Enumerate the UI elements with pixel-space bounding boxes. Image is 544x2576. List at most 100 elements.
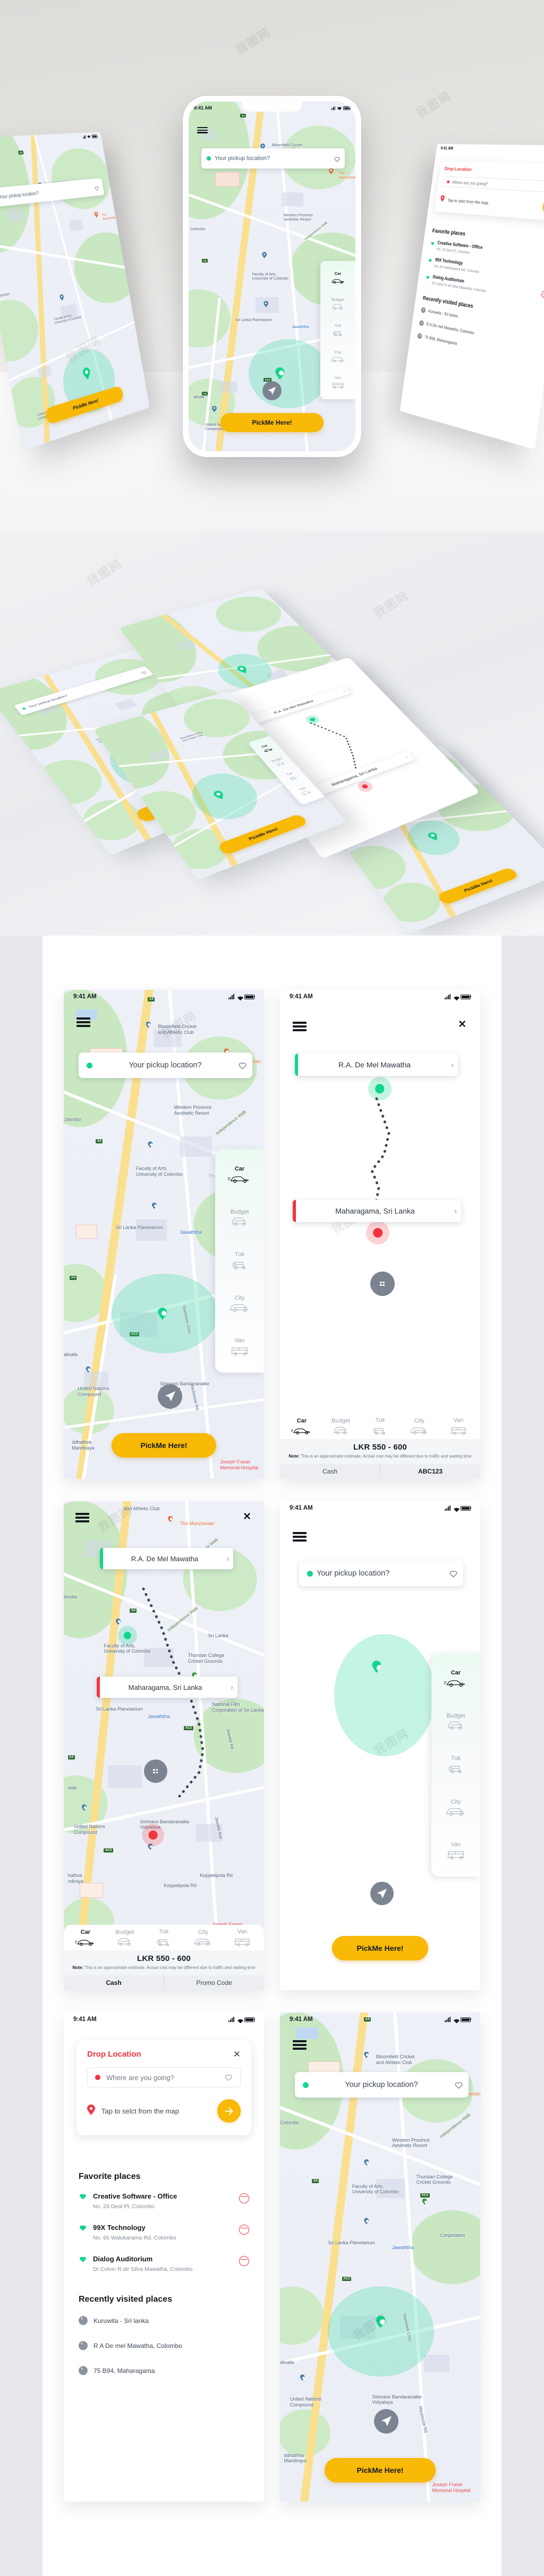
payment-method-cell[interactable]: Cash bbox=[64, 1975, 164, 1990]
vehicle-option-tuk[interactable]: Tuk bbox=[215, 1239, 264, 1282]
vehicle-option-tuk[interactable]: Tuk bbox=[361, 1417, 400, 1436]
vehicle-option-city[interactable]: City bbox=[183, 1929, 223, 1947]
vehicle-option-tuk[interactable]: Tuk bbox=[144, 1929, 184, 1947]
remove-favorite-icon[interactable] bbox=[239, 2225, 249, 2235]
vehicle-option-car[interactable]: Car bbox=[215, 1153, 264, 1196]
favorite-place-item[interactable]: Dialog Auditorium Dr Colvin R de Silva M… bbox=[79, 2255, 249, 2272]
vehicle-option-tuk[interactable]: Tuk bbox=[320, 317, 355, 343]
car-icon bbox=[291, 1426, 312, 1435]
vehicle-option-car[interactable]: Car bbox=[320, 265, 355, 291]
status-bar: 9:41 AM bbox=[64, 990, 264, 1004]
pickup-search-bar[interactable]: Your pickup location? bbox=[295, 2072, 469, 2098]
pickme-here-button[interactable]: PickMe Here! bbox=[112, 1433, 216, 1458]
vehicle-option-budget[interactable]: Budget bbox=[215, 1196, 264, 1239]
recenter-location-button[interactable] bbox=[262, 381, 282, 400]
destination-card[interactable]: Maharagama, Sri Lanka › bbox=[293, 1200, 461, 1222]
vehicle-option-budget[interactable]: Budget bbox=[431, 1700, 480, 1743]
vehicle-type-rail[interactable]: Car Budget Tuk City Van bbox=[320, 261, 355, 399]
promo-code-cell[interactable]: Promo Code bbox=[164, 1975, 264, 1990]
destination-input[interactable]: Where are you going? bbox=[87, 2067, 241, 2087]
vehicle-type-rail[interactable]: Car Budget Tuk City Van bbox=[431, 1653, 480, 1876]
menu-button[interactable] bbox=[293, 2040, 307, 2050]
destination-card[interactable]: Maharagama, Sri Lanka › bbox=[97, 1677, 237, 1698]
clock-icon bbox=[79, 2341, 88, 2350]
vehicle-option-van[interactable]: Van bbox=[320, 369, 355, 395]
menu-button[interactable] bbox=[76, 1017, 90, 1027]
remove-favorite-icon[interactable] bbox=[239, 2193, 249, 2203]
grid-view-button[interactable] bbox=[370, 1272, 395, 1296]
favorite-place-item[interactable]: 99X Technology No. 65 Walukarama Rd, Col… bbox=[79, 2224, 249, 2241]
screen-pickup-plain: 9:41 AM Your pickup location? Car Budget… bbox=[280, 1501, 480, 1990]
origin-card[interactable]: R.A. De Mel Mawatha › bbox=[100, 1548, 233, 1569]
remove-favorite-icon[interactable] bbox=[541, 290, 544, 298]
vehicle-type-rail[interactable]: Car Budget Tuk City Van bbox=[215, 1149, 264, 1373]
route-path bbox=[142, 1587, 205, 1798]
favorite-heart-icon[interactable] bbox=[238, 1061, 247, 1070]
origin-card[interactable]: R.A. De Mel Mawatha › bbox=[295, 1054, 458, 1076]
vehicle-option-budget[interactable]: Budget bbox=[105, 1929, 144, 1947]
pickup-search-bar[interactable]: Your pickup location? bbox=[79, 1053, 252, 1078]
favorite-heart-icon[interactable] bbox=[224, 2073, 233, 2082]
recent-place-item[interactable]: R A De mel Mawatha, Colombo bbox=[79, 2341, 249, 2350]
favorite-heart-icon[interactable] bbox=[454, 2081, 463, 2090]
watermark: 我图网 bbox=[371, 588, 411, 620]
recent-place-item[interactable]: Kuruwita - Sri lanka bbox=[79, 2316, 249, 2325]
vehicle-option-van[interactable]: Van bbox=[431, 1830, 480, 1873]
favorite-heart-icon[interactable] bbox=[449, 1569, 458, 1578]
vehicle-option-van[interactable]: Van bbox=[223, 1929, 262, 1947]
pickme-here-button[interactable]: PickMe Here! bbox=[325, 2458, 436, 2482]
select-from-map-label[interactable]: Tap to selct from the map bbox=[447, 197, 539, 208]
vehicle-option-city[interactable]: City bbox=[215, 1283, 264, 1326]
destination-input[interactable]: Where are you going? bbox=[442, 176, 544, 193]
close-icon[interactable]: ✕ bbox=[458, 1020, 466, 1030]
vehicle-option-van[interactable]: Van bbox=[439, 1417, 478, 1436]
recent-place-item[interactable]: 75 B94, Maharagama bbox=[417, 333, 538, 363]
vehicle-option-city[interactable]: City bbox=[431, 1787, 480, 1830]
favorite-heart-icon[interactable] bbox=[94, 184, 99, 190]
vehicle-option-city[interactable]: City bbox=[400, 1417, 439, 1436]
close-icon[interactable]: ✕ bbox=[243, 1512, 251, 1522]
recenter-location-button[interactable] bbox=[374, 2409, 399, 2434]
screen-pickup-map-2: A4 A4 AC2 AC2 Bloomfield Cricket and Ath… bbox=[280, 2013, 480, 2502]
menu-button[interactable] bbox=[293, 1532, 307, 1542]
watermark: 我图网 bbox=[414, 89, 454, 121]
screen-route-fare: 9:41 AM ✕ R.A. De Mel Mawatha › Maharaga… bbox=[280, 990, 480, 1479]
grid-view-button[interactable] bbox=[143, 1760, 167, 1783]
favorite-place-item[interactable]: Creative Software - Office No. 29 Deal P… bbox=[79, 2192, 249, 2210]
favorite-heart-icon[interactable] bbox=[334, 156, 340, 162]
vehicle-option-car[interactable]: Car bbox=[431, 1657, 480, 1700]
favorite-address: No. 29 Deal Pl, Colombo bbox=[93, 2203, 155, 2210]
menu-button[interactable] bbox=[293, 1022, 307, 1031]
select-from-map-label[interactable]: Tap to selct from the map bbox=[101, 2107, 211, 2115]
favorite-heart-icon[interactable] bbox=[140, 670, 147, 674]
vehicle-option-budget[interactable]: Budget bbox=[321, 1417, 361, 1436]
vehicle-option-car[interactable]: Car bbox=[282, 1417, 321, 1436]
recenter-location-button[interactable] bbox=[158, 1384, 183, 1409]
close-icon[interactable]: ✕ bbox=[233, 2050, 241, 2059]
remove-favorite-icon[interactable] bbox=[239, 2256, 249, 2266]
recent-places-title: Recently visited places bbox=[79, 2295, 173, 2304]
recent-place-item[interactable]: 75 B94, Maharagama bbox=[79, 2366, 249, 2375]
vehicle-plate-cell[interactable]: ABC123 bbox=[380, 1464, 480, 1479]
vehicle-type-row[interactable]: Car Budget Tuk City Van bbox=[64, 1925, 264, 1951]
vehicle-option-city[interactable]: City bbox=[320, 343, 355, 369]
vehicle-option-tuk[interactable]: Tuk bbox=[431, 1743, 480, 1786]
go-button[interactable] bbox=[542, 199, 544, 214]
status-bar: 9:41 AM bbox=[280, 2013, 480, 2026]
pickup-search-bar[interactable]: Your pickup location? bbox=[299, 1561, 463, 1586]
payment-method-cell[interactable]: Cash bbox=[280, 1464, 380, 1479]
car-icon bbox=[444, 1677, 468, 1688]
vehicle-option-budget[interactable]: Budget bbox=[320, 291, 355, 317]
pickme-here-button[interactable]: PickMe Here! bbox=[332, 1936, 428, 1960]
pickme-here-button[interactable]: PickMe Here! bbox=[220, 413, 324, 432]
vehicle-option-van[interactable]: Van bbox=[215, 1326, 264, 1369]
go-button[interactable] bbox=[217, 2099, 241, 2123]
menu-button[interactable] bbox=[75, 1513, 89, 1522]
city-icon bbox=[192, 1937, 214, 1947]
menu-button[interactable] bbox=[197, 127, 208, 133]
pickup-search-bar[interactable]: Your pickup location? bbox=[201, 148, 345, 169]
tuk-icon bbox=[372, 1425, 388, 1436]
vehicle-type-row[interactable]: Car Budget Tuk City Van bbox=[280, 1413, 480, 1439]
vehicle-option-car[interactable]: Car bbox=[66, 1929, 105, 1947]
recenter-location-button[interactable] bbox=[370, 1882, 394, 1905]
